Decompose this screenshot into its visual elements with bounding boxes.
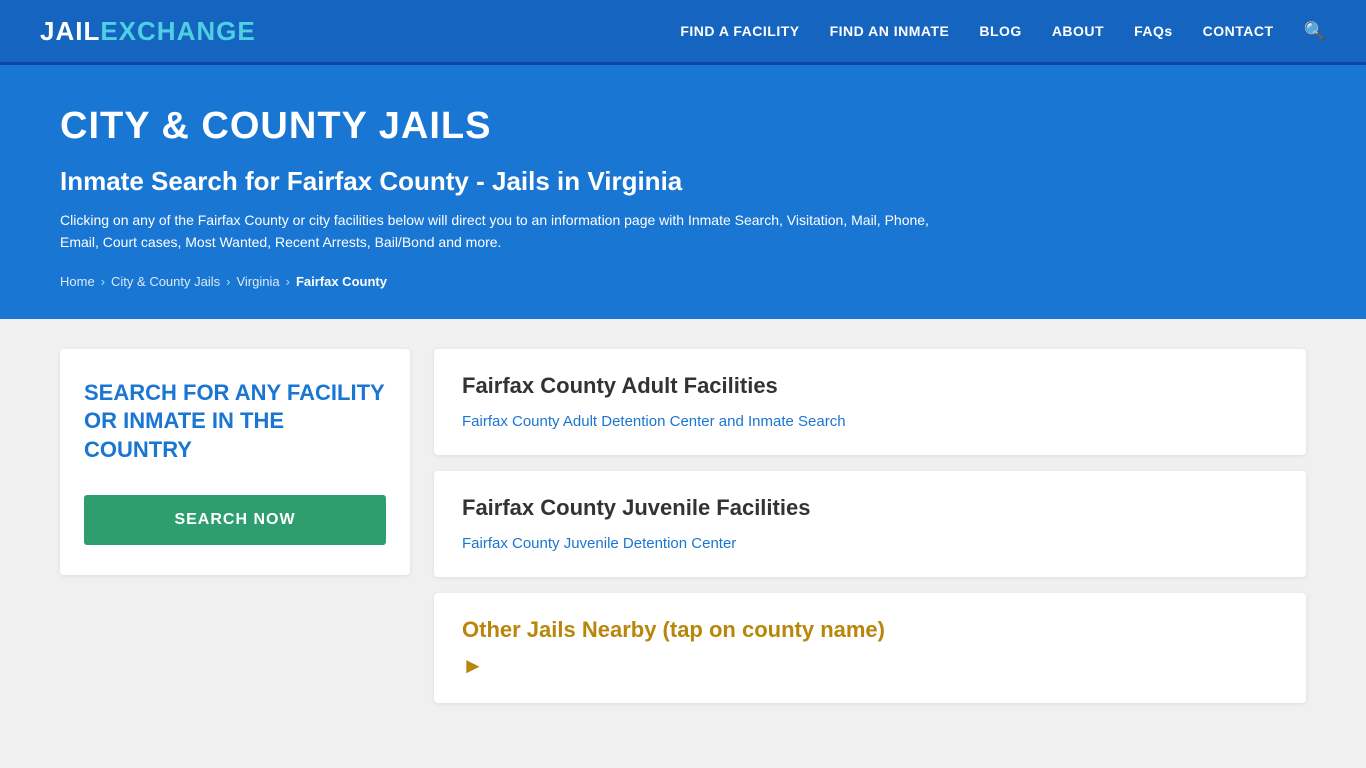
search-panel: SEARCH FOR ANY FACILITY OR INMATE IN THE…	[60, 349, 410, 575]
adult-detention-link[interactable]: Fairfax County Adult Detention Center an…	[462, 413, 846, 430]
page-title: CITY & COUNTY JAILS	[60, 105, 1306, 148]
logo-jail-text: JAIL	[40, 16, 100, 47]
facilities-panel: Fairfax County Adult Facilities Fairfax …	[434, 349, 1306, 703]
breadcrumb-sep-1: ›	[101, 274, 105, 289]
arrow-icon: ►	[462, 653, 484, 679]
breadcrumb-home[interactable]: Home	[60, 274, 95, 289]
juvenile-facilities-card: Fairfax County Juvenile Facilities Fairf…	[434, 471, 1306, 577]
juvenile-detention-link[interactable]: Fairfax County Juvenile Detention Center	[462, 535, 736, 552]
nav-contact[interactable]: CONTACT	[1203, 23, 1274, 39]
site-logo[interactable]: JAIL EXCHANGE	[40, 16, 256, 47]
nav-faqs[interactable]: FAQs	[1134, 23, 1173, 39]
main-content: SEARCH FOR ANY FACILITY OR INMATE IN THE…	[0, 319, 1366, 733]
other-jails-card: Other Jails Nearby (tap on county name) …	[434, 593, 1306, 703]
nav-about[interactable]: ABOUT	[1052, 23, 1104, 39]
breadcrumb-sep-3: ›	[286, 274, 290, 289]
juvenile-facilities-title: Fairfax County Juvenile Facilities	[462, 495, 1278, 521]
nav-find-inmate[interactable]: FIND AN INMATE	[830, 23, 950, 39]
adult-facilities-card: Fairfax County Adult Facilities Fairfax …	[434, 349, 1306, 455]
main-nav: FIND A FACILITY FIND AN INMATE BLOG ABOU…	[680, 21, 1326, 42]
hero-section: CITY & COUNTY JAILS Inmate Search for Fa…	[0, 65, 1366, 319]
nav-find-facility[interactable]: FIND A FACILITY	[680, 23, 799, 39]
nav-blog[interactable]: BLOG	[979, 23, 1021, 39]
search-promo-text: SEARCH FOR ANY FACILITY OR INMATE IN THE…	[84, 379, 386, 465]
breadcrumb-current: Fairfax County	[296, 274, 387, 289]
breadcrumb: Home › City & County Jails › Virginia › …	[60, 274, 1306, 289]
logo-exchange-text: EXCHANGE	[100, 16, 255, 47]
header-search-button[interactable]: 🔍	[1304, 21, 1326, 42]
breadcrumb-sep-2: ›	[226, 274, 230, 289]
adult-facilities-title: Fairfax County Adult Facilities	[462, 373, 1278, 399]
site-header: JAIL EXCHANGE FIND A FACILITY FIND AN IN…	[0, 0, 1366, 65]
breadcrumb-virginia[interactable]: Virginia	[236, 274, 279, 289]
search-now-button[interactable]: SEARCH NOW	[84, 495, 386, 545]
breadcrumb-city-county-jails[interactable]: City & County Jails	[111, 274, 220, 289]
other-jails-title: Other Jails Nearby (tap on county name)	[462, 617, 1278, 643]
hero-description: Clicking on any of the Fairfax County or…	[60, 209, 960, 254]
hero-subtitle: Inmate Search for Fairfax County - Jails…	[60, 166, 1306, 197]
